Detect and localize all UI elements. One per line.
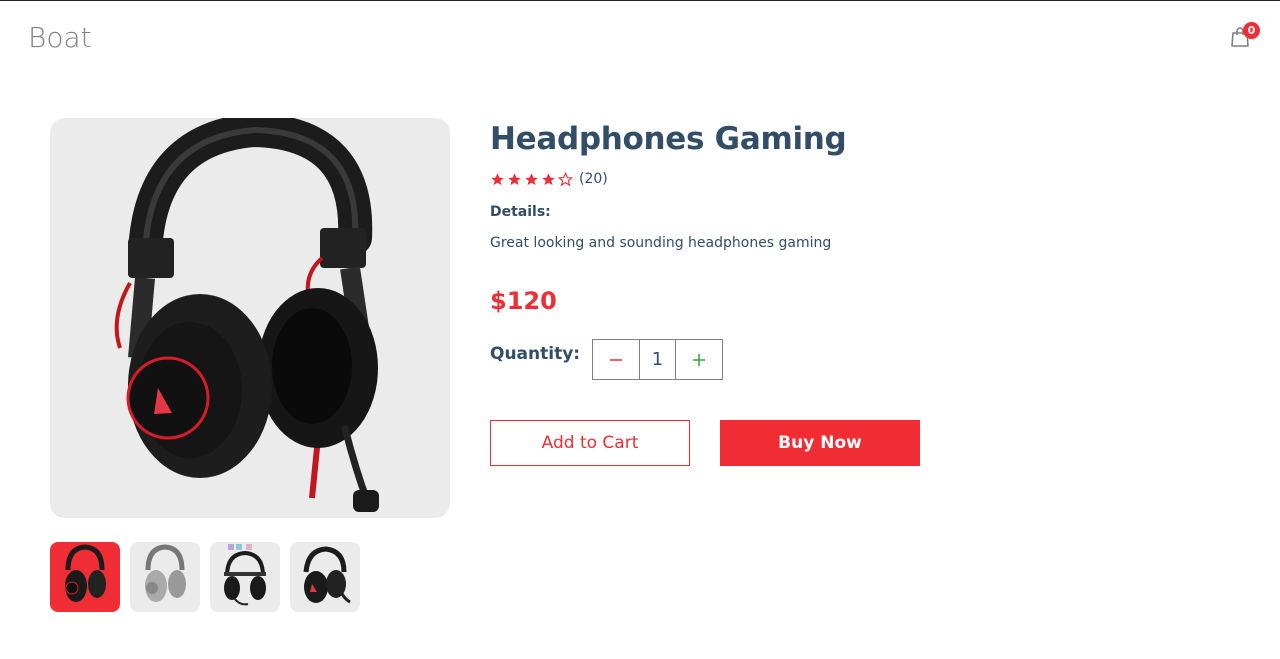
star-filled-icon [508,172,521,185]
plus-icon [693,353,705,366]
quantity-value[interactable]: 1 [640,340,675,379]
headphones-thumbnail-icon [65,544,106,602]
quantity-decrease-button[interactable] [593,340,640,379]
headphones-thumbnail-icon [303,546,351,604]
product-price: $120 [490,287,557,315]
star-filled-icon [491,172,504,185]
quantity-stepper: 1 [592,339,723,380]
star-filled-icon [525,172,538,185]
quantity-increase-button[interactable] [675,340,722,379]
headphones-thumbnail-2[interactable] [130,542,200,612]
review-count: (20) [579,171,608,187]
product-rating: (20) [490,171,608,187]
quantity-label: Quantity: [490,344,581,364]
cart-count-badge: 0 [1243,22,1260,39]
details-text: Great looking and sounding headphones ga… [490,235,832,251]
product-title: Headphones Gaming [490,121,847,157]
navbar: Boat 0 [0,1,1280,81]
details-label: Details: [490,204,551,220]
add-to-cart-button[interactable]: Add to Cart [490,420,690,466]
headphones-thumbnail-3[interactable] [210,542,280,612]
headphones-thumbnail-1[interactable] [50,542,120,612]
headphones-thumbnail-icon [224,544,266,606]
headphones-thumbnail-4[interactable] [290,542,360,612]
buy-now-button[interactable]: Buy Now [720,420,920,466]
star-filled-icon [542,172,555,185]
product-main-image [50,118,450,518]
logo[interactable]: Boat [28,21,92,54]
headphones-image [114,118,379,512]
star-outline-icon [558,171,573,186]
minus-icon [610,358,622,361]
headphones-thumbnail-icon [145,544,186,602]
